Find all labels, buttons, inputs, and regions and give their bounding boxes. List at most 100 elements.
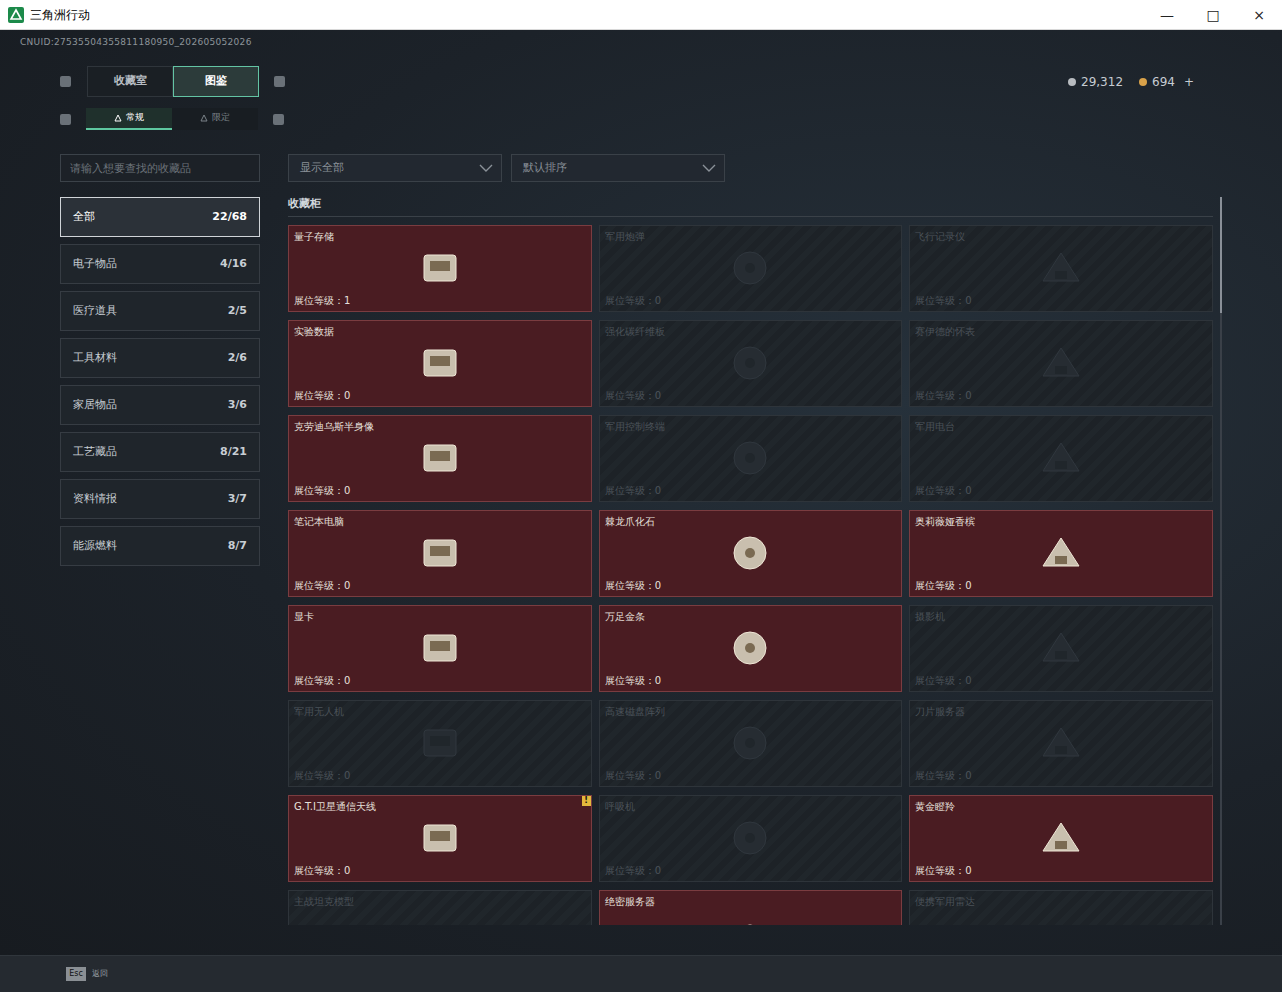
item-image-icon — [1031, 245, 1091, 291]
collection-item[interactable]: 飞行记录仪展位等级：0 — [909, 225, 1213, 312]
sort-dropdown[interactable]: 默认排序 — [511, 154, 725, 182]
next-key-icon — [274, 76, 285, 87]
collection-item[interactable]: 奥莉薇娅香槟展位等级：0 — [909, 510, 1213, 597]
category-item[interactable]: 全部22/68 — [60, 197, 260, 237]
add-currency-button[interactable]: + — [1184, 73, 1194, 91]
category-item[interactable]: 电子物品4/16 — [60, 244, 260, 284]
display-level: 0 — [344, 485, 350, 496]
display-level: 0 — [655, 390, 661, 401]
item-image-icon — [1031, 530, 1091, 576]
display-level: 0 — [344, 675, 350, 686]
currency: 29,312 — [1068, 73, 1123, 91]
collection-item[interactable]: 军用炮弹展位等级：0 — [599, 225, 903, 312]
collection-item[interactable]: 克劳迪乌斯半身像展位等级：0 — [288, 415, 592, 502]
display-level: 0 — [344, 580, 350, 591]
filter-dropdown[interactable]: 显示全部 — [288, 154, 502, 182]
category-item[interactable]: 资料情报3/7 — [60, 479, 260, 519]
collection-item[interactable]: 摄影机展位等级：0 — [909, 605, 1213, 692]
display-level: 0 — [655, 865, 661, 876]
next-sub-key-icon — [273, 114, 284, 125]
prev-key-icon — [60, 76, 71, 87]
limited-icon — [200, 114, 208, 122]
item-image-icon — [720, 530, 780, 576]
collection-item[interactable]: 棘龙爪化石展位等级：0 — [599, 510, 903, 597]
item-image-icon — [1031, 720, 1091, 766]
collection-item[interactable]: 呼吸机展位等级：0 — [599, 795, 903, 882]
minimize-button[interactable]: — — [1144, 0, 1190, 30]
collection-item[interactable]: 军用无人机展位等级：0 — [288, 700, 592, 787]
currency: 694+ — [1139, 73, 1194, 91]
display-level: 0 — [655, 675, 661, 686]
display-level: 0 — [965, 865, 971, 876]
coin-icon — [1068, 78, 1076, 86]
item-image-icon — [1031, 625, 1091, 671]
collection-item[interactable]: 量子存储展位等级：1 — [288, 225, 592, 312]
search-field[interactable] — [60, 154, 260, 182]
back-button[interactable]: 返回 — [92, 968, 108, 980]
item-image-icon — [720, 815, 780, 861]
display-level: 0 — [965, 390, 971, 401]
category-item[interactable]: 能源燃料8/7 — [60, 526, 260, 566]
main-tab[interactable]: 图鉴 — [173, 66, 259, 97]
item-image-icon — [410, 245, 470, 291]
category-item[interactable]: 家居物品3/6 — [60, 385, 260, 425]
collection-item[interactable]: 笔记本电脑展位等级：0 — [288, 510, 592, 597]
window-title: 三角洲行动 — [30, 6, 90, 24]
collection-item[interactable]: 便携军用雷达 — [909, 890, 1213, 926]
item-image-icon — [720, 435, 780, 481]
collection-item[interactable]: 高速磁盘阵列展位等级：0 — [599, 700, 903, 787]
item-image-icon — [720, 625, 780, 671]
user-id: CNUID:27535504355811180950_202605052026 — [0, 30, 1282, 48]
display-level: 0 — [655, 485, 661, 496]
display-level: 0 — [344, 770, 350, 781]
item-image-icon — [410, 625, 470, 671]
collection-item[interactable]: G.T.I卫星通信天线展位等级：0! — [288, 795, 592, 882]
item-image-icon — [720, 245, 780, 291]
collection-item[interactable]: 绝密服务器 — [599, 890, 903, 926]
display-level: 0 — [965, 485, 971, 496]
collection-item[interactable]: 强化碳纤维板展位等级：0 — [599, 320, 903, 407]
regular-icon — [114, 114, 122, 122]
display-level: 0 — [965, 675, 971, 686]
display-level: 0 — [344, 390, 350, 401]
collection-item[interactable]: 万足金条展位等级：0 — [599, 605, 903, 692]
scroll-thumb[interactable] — [1220, 197, 1222, 313]
item-image-icon — [410, 918, 470, 926]
scrollbar[interactable] — [1220, 197, 1222, 925]
collection-item[interactable]: 显卡展位等级：0 — [288, 605, 592, 692]
collection-item[interactable]: 实验数据展位等级：0 — [288, 320, 592, 407]
app-logo-icon — [8, 7, 24, 23]
chevron-down-icon — [702, 164, 716, 172]
display-level: 0 — [655, 295, 661, 306]
close-button[interactable]: × — [1236, 0, 1282, 30]
main-tab[interactable]: 收藏室 — [87, 66, 173, 97]
display-level: 0 — [965, 580, 971, 591]
collection-item[interactable]: 黄金瞪羚展位等级：0 — [909, 795, 1213, 882]
collection-item[interactable]: 军用控制终端展位等级：0 — [599, 415, 903, 502]
category-item[interactable]: 医疗道具2/5 — [60, 291, 260, 331]
sub-tab[interactable]: 常规 — [86, 108, 172, 130]
display-level: 0 — [965, 770, 971, 781]
item-image-icon — [720, 720, 780, 766]
section-title: 收藏柜 — [288, 196, 1213, 217]
new-badge: ! — [582, 796, 591, 806]
collection-item[interactable]: 主战坦克模型 — [288, 890, 592, 926]
category-list: 全部22/68 电子物品4/16 医疗道具2/5 工具材料2/6 家居物品3/6 工艺藏品… — [60, 197, 260, 566]
item-image-icon — [410, 435, 470, 481]
category-item[interactable]: 工艺藏品8/21 — [60, 432, 260, 472]
item-image-icon — [410, 720, 470, 766]
sub-tab[interactable]: 限定 — [172, 108, 258, 130]
item-image-icon — [1031, 815, 1091, 861]
collection-item[interactable]: 刀片服务器展位等级：0 — [909, 700, 1213, 787]
collection-item[interactable]: 军用电台展位等级：0 — [909, 415, 1213, 502]
item-image-icon — [410, 815, 470, 861]
maximize-button[interactable]: □ — [1190, 0, 1236, 30]
item-image-icon — [720, 918, 780, 926]
coin-icon — [1139, 78, 1147, 86]
esc-key[interactable]: Esc — [66, 967, 86, 981]
item-image-icon — [410, 340, 470, 386]
collection-item[interactable]: 赛伊德的怀表展位等级：0 — [909, 320, 1213, 407]
display-level: 0 — [655, 580, 661, 591]
display-level: 1 — [344, 295, 350, 306]
category-item[interactable]: 工具材料2/6 — [60, 338, 260, 378]
